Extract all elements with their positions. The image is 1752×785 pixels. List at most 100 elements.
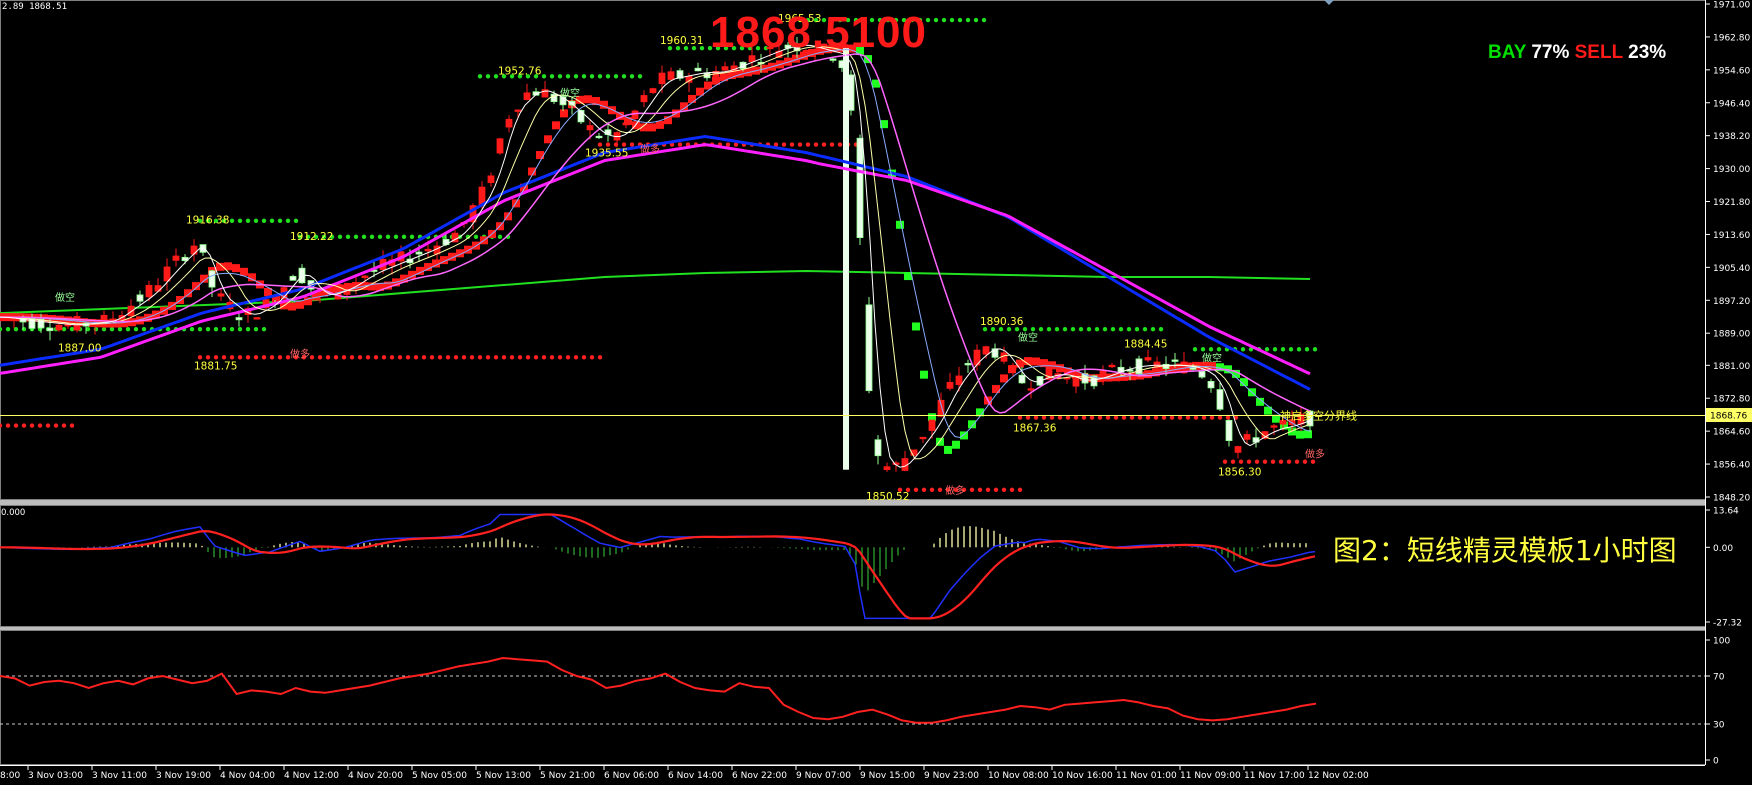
ladder-step	[1032, 357, 1040, 366]
sr-dot	[477, 74, 483, 79]
x-tick-label: 5 Nov 05:00	[412, 771, 467, 781]
candle-body	[91, 324, 99, 327]
sr-dot	[221, 326, 227, 332]
x-tick-label: 8:00	[0, 771, 20, 781]
sr-dot	[373, 355, 379, 360]
sr-dot	[365, 355, 371, 360]
sr-dot	[341, 355, 347, 360]
price-annotation: 1890.36	[980, 316, 1024, 328]
sr-dot	[1262, 459, 1268, 464]
candle-body	[843, 48, 849, 470]
sr-dot	[933, 17, 939, 23]
sr-dot	[5, 326, 11, 332]
sr-dot	[557, 355, 563, 360]
chart-info: 2.89 1868.51	[2, 2, 68, 12]
sr-dot	[613, 74, 619, 79]
chart-caption: 图2：短线精灵模板1小时图	[1333, 534, 1677, 567]
sr-dot	[437, 355, 443, 360]
chart-canvas: 1916.38 1912.22 1887.00 1881.75 1952.76 1935.…	[0, 0, 1752, 785]
candle-body	[424, 248, 432, 252]
sr-dot	[1270, 459, 1276, 464]
sr-dot	[805, 142, 811, 147]
candle-body	[145, 284, 153, 298]
signal-label: 做多	[945, 484, 965, 497]
candle-body	[55, 324, 63, 331]
sr-dot	[1192, 347, 1198, 352]
sr-dot	[1286, 459, 1292, 464]
sr-dot	[213, 355, 219, 360]
sr-dot	[613, 142, 619, 147]
sr-dot	[237, 218, 243, 223]
sr-dot	[393, 234, 399, 240]
big-price-label: 1868.5100	[710, 8, 927, 57]
sr-dot	[13, 423, 19, 428]
sr-dot	[637, 74, 643, 79]
sr-dot	[921, 487, 927, 492]
x-tick-label: 11 Nov 01:00	[1116, 771, 1177, 781]
candle-body	[622, 122, 630, 126]
sr-dot	[621, 74, 627, 79]
sr-dot	[5, 423, 11, 428]
ladder-step	[240, 267, 248, 276]
sr-dot	[1216, 347, 1222, 352]
panel-divider[interactable]	[0, 627, 1705, 630]
ladder-step	[968, 420, 976, 429]
sr-dot	[377, 234, 383, 240]
x-tick-label: 6 Nov 06:00	[604, 771, 659, 781]
sr-dot	[605, 142, 611, 147]
candle-body	[1216, 389, 1224, 410]
x-tick-label: 10 Nov 08:00	[988, 771, 1049, 781]
sr-dot	[453, 355, 459, 360]
y-tick-label: 1946.40	[1713, 99, 1750, 109]
x-tick-label: 6 Nov 14:00	[668, 771, 723, 781]
sr-dot	[1022, 326, 1028, 332]
candle-body	[415, 251, 423, 255]
sr-dot	[677, 142, 683, 147]
macd-tick-label: 0.00	[1713, 544, 1733, 554]
sr-dot	[205, 355, 211, 360]
boundary-label: 神启多空分界线	[1280, 409, 1357, 423]
sr-dot	[277, 218, 283, 223]
x-tick-label: 10 Nov 16:00	[1052, 771, 1113, 781]
sr-dot	[597, 142, 603, 147]
sr-dot	[829, 142, 835, 147]
ladder-step	[904, 272, 912, 281]
ladder-step	[1304, 430, 1312, 439]
sr-dot	[93, 326, 99, 332]
sr-dot	[1078, 326, 1084, 332]
sr-dot	[165, 326, 171, 332]
candle-body	[46, 327, 54, 332]
sr-dot	[517, 355, 523, 360]
x-tick-label: 9 Nov 15:00	[860, 771, 915, 781]
sr-dot	[1017, 487, 1023, 492]
sr-dot	[1150, 326, 1156, 332]
sr-dot	[205, 326, 211, 332]
sr-dot	[405, 355, 411, 360]
y-tick-label: 1913.60	[1713, 231, 1750, 241]
sr-dot	[125, 326, 131, 332]
price-annotation: 1912.22	[290, 231, 333, 243]
ladder-step	[896, 220, 904, 229]
sr-dot	[1230, 459, 1236, 464]
candle-body	[829, 58, 837, 61]
y-tick-label: 1881.00	[1713, 362, 1750, 372]
x-tick-label: 5 Nov 21:00	[540, 771, 595, 781]
sr-dot	[325, 355, 331, 360]
sr-dot	[821, 142, 827, 147]
sr-dot	[1094, 326, 1100, 332]
sr-dot	[589, 355, 595, 360]
sr-dot	[541, 355, 547, 360]
sr-dot	[1272, 347, 1278, 352]
candle-body	[1198, 370, 1206, 378]
sr-dot	[197, 355, 203, 360]
x-tick-label: 3 Nov 19:00	[156, 771, 211, 781]
sr-dot	[117, 326, 123, 332]
sr-dot	[1126, 326, 1132, 332]
candle-body	[1108, 364, 1116, 368]
sr-dot	[413, 355, 419, 360]
sr-dot	[21, 423, 27, 428]
candle-body	[964, 363, 972, 366]
sr-dot	[69, 326, 75, 332]
sr-dot	[309, 355, 315, 360]
panel-divider[interactable]	[0, 500, 1705, 505]
